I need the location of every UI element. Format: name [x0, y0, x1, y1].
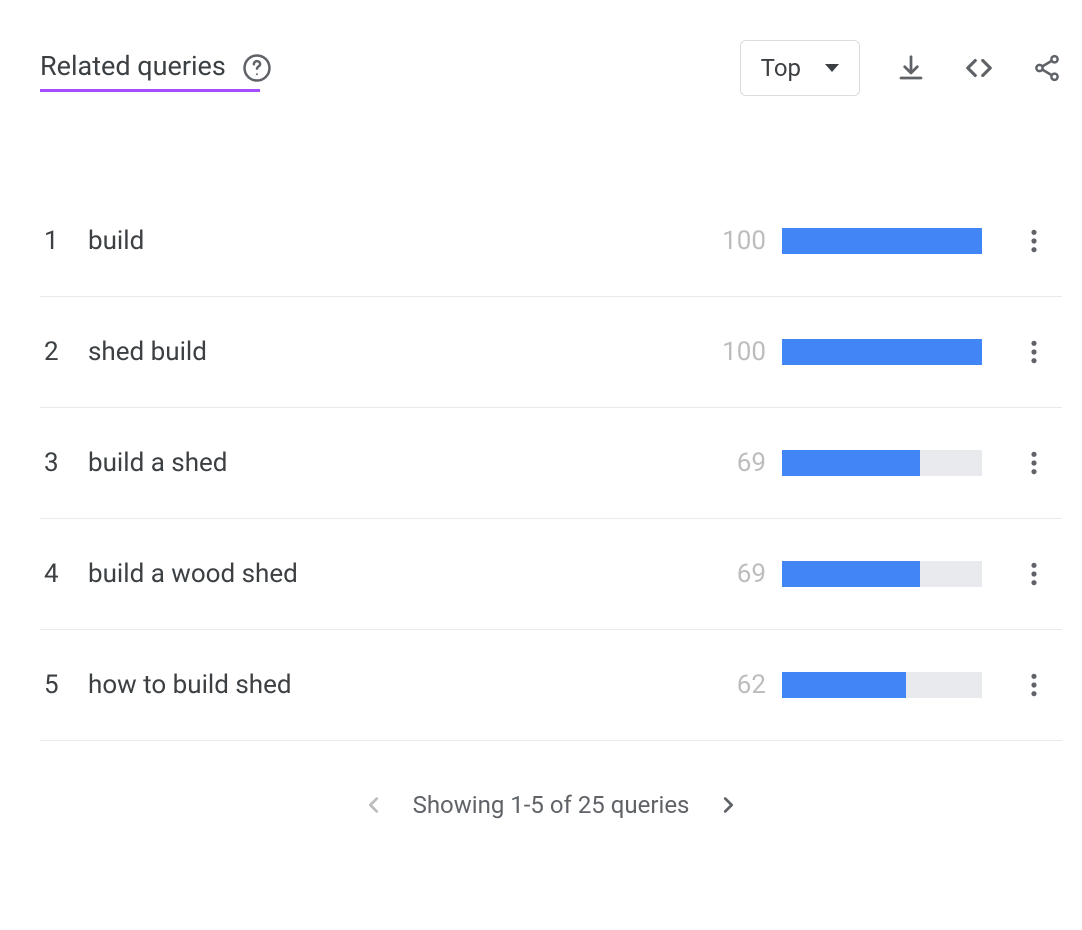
bar-fill — [782, 450, 920, 476]
chevron-down-icon — [825, 64, 839, 72]
query-text: how to build shed — [88, 670, 706, 700]
query-list: 1build1002shed build1003build a shed694b… — [40, 186, 1062, 741]
more-icon[interactable] — [1022, 228, 1046, 254]
more-icon[interactable] — [1022, 339, 1046, 365]
rank: 4 — [44, 559, 88, 589]
more-icon[interactable] — [1022, 672, 1046, 698]
list-item[interactable]: 5how to build shed62 — [40, 630, 1062, 741]
value: 69 — [706, 559, 766, 589]
bar-track — [782, 339, 982, 365]
query-text: build a wood shed — [88, 559, 706, 589]
related-queries-card: Related queries Top — [0, 0, 1082, 849]
header-right: Top — [740, 40, 1062, 96]
bar-fill — [782, 339, 982, 365]
value: 62 — [706, 670, 766, 700]
value: 69 — [706, 448, 766, 478]
dropdown-label: Top — [761, 54, 801, 82]
list-item[interactable]: 4build a wood shed69 — [40, 519, 1062, 630]
share-icon[interactable] — [1032, 53, 1062, 83]
sort-dropdown[interactable]: Top — [740, 40, 860, 96]
title-underline — [40, 89, 260, 92]
bar-fill — [782, 561, 920, 587]
bar-track — [782, 561, 982, 587]
rank: 1 — [44, 226, 88, 256]
bar-track — [782, 228, 982, 254]
list-item[interactable]: 1build100 — [40, 186, 1062, 297]
rank: 5 — [44, 670, 88, 700]
list-item[interactable]: 3build a shed69 — [40, 408, 1062, 519]
value: 100 — [706, 337, 766, 367]
card-header: Related queries Top — [40, 40, 1062, 96]
more-icon[interactable] — [1022, 561, 1046, 587]
download-icon[interactable] — [896, 53, 926, 83]
bar-fill — [782, 228, 982, 254]
bar-track — [782, 450, 982, 476]
card-title: Related queries — [40, 50, 226, 86]
pagination-text: Showing 1-5 of 25 queries — [413, 791, 690, 819]
help-icon[interactable] — [242, 53, 272, 83]
bar-track — [782, 672, 982, 698]
rank: 2 — [44, 337, 88, 367]
bar-fill — [782, 672, 906, 698]
card-title-text: Related queries — [40, 50, 226, 82]
list-item[interactable]: 2shed build100 — [40, 297, 1062, 408]
pagination: Showing 1-5 of 25 queries — [40, 791, 1062, 819]
embed-icon[interactable] — [962, 53, 996, 83]
value: 100 — [706, 226, 766, 256]
header-left: Related queries — [40, 50, 272, 86]
query-text: shed build — [88, 337, 706, 367]
query-text: build a shed — [88, 448, 706, 478]
page-next-button[interactable] — [717, 794, 739, 816]
page-prev-button[interactable] — [363, 794, 385, 816]
more-icon[interactable] — [1022, 450, 1046, 476]
query-text: build — [88, 226, 706, 256]
rank: 3 — [44, 448, 88, 478]
